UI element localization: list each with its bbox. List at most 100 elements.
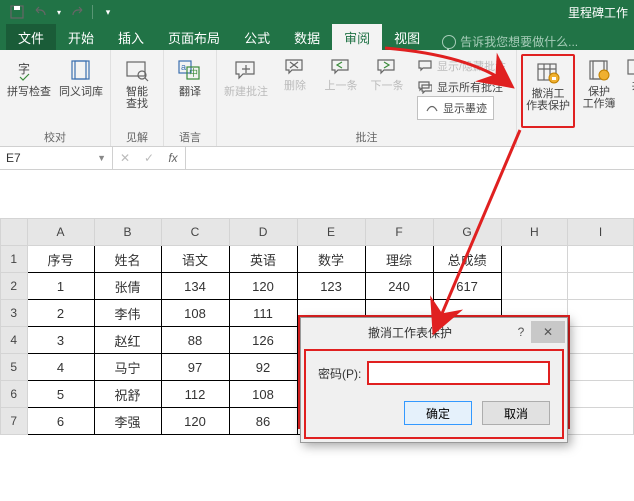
cell[interactable]: 86 [229,408,297,435]
cell[interactable]: 序号 [27,246,94,273]
row-header[interactable]: 3 [1,300,28,327]
unprotect-sheet-button[interactable]: 撤消工 作表保护 [521,54,575,128]
prev-comment-button[interactable]: 上一条 [319,54,363,128]
name-box[interactable]: E7 ▼ [0,147,113,169]
cell[interactable]: 姓名 [94,246,161,273]
cell[interactable]: 总成绩 [433,246,501,273]
row-header[interactable]: 1 [1,246,28,273]
share-workbook-button[interactable]: 共 [623,54,634,128]
cell[interactable] [501,246,567,273]
cell[interactable]: 李强 [94,408,161,435]
cell[interactable] [568,354,634,381]
cell[interactable]: 张倩 [94,273,161,300]
formula-bar: E7 ▼ ✕ ✓ fx [0,147,634,170]
tab-file[interactable]: 文件 [6,24,56,50]
cell[interactable]: 赵红 [94,327,161,354]
spellcheck-button[interactable]: 字 拼写检查 [4,54,54,128]
next-comment-button[interactable]: 下一条 [365,54,409,128]
row-header[interactable]: 4 [1,327,28,354]
tab-home[interactable]: 开始 [56,24,106,50]
row-header[interactable]: 2 [1,273,28,300]
cell[interactable]: 108 [161,300,229,327]
cell[interactable]: 语文 [161,246,229,273]
cell[interactable]: 111 [229,300,297,327]
cell[interactable]: 120 [161,408,229,435]
cell[interactable] [568,327,634,354]
cell[interactable]: 112 [161,381,229,408]
select-all-corner[interactable] [1,219,28,246]
cell[interactable] [568,273,634,300]
col-header[interactable]: G [433,219,501,246]
col-header[interactable]: D [229,219,297,246]
smart-lookup-button[interactable]: 智能 查找 [115,54,159,128]
cell[interactable]: 英语 [229,246,297,273]
cell[interactable]: 120 [229,273,297,300]
cell[interactable]: 4 [27,354,94,381]
name-box-dropdown-icon[interactable]: ▼ [97,153,106,163]
undo-icon[interactable] [30,1,52,23]
tell-me[interactable]: 告诉我您想要做什么... [442,33,578,50]
new-comment-button[interactable]: 新建批注 [221,54,271,128]
tab-insert[interactable]: 插入 [106,24,156,50]
col-header[interactable]: A [27,219,94,246]
cell[interactable]: 李伟 [94,300,161,327]
cell[interactable]: 3 [27,327,94,354]
cell[interactable] [568,246,634,273]
cell[interactable]: 108 [229,381,297,408]
cell[interactable]: 2 [27,300,94,327]
tab-data[interactable]: 数据 [282,24,332,50]
ok-button[interactable]: 确定 [404,401,472,425]
cell[interactable]: 97 [161,354,229,381]
redo-icon[interactable] [66,1,88,23]
show-hide-comment[interactable]: 显示/隐藏批注 [414,56,509,76]
cell[interactable]: 123 [297,273,365,300]
tab-formulas[interactable]: 公式 [232,24,282,50]
cell[interactable] [568,300,634,327]
delete-comment-button[interactable]: 删除 [273,54,317,128]
cell[interactable]: 数学 [297,246,365,273]
unprotect-sheet-icon [534,58,562,86]
show-all-comments[interactable]: 显示所有批注 [414,77,509,97]
protect-workbook-button[interactable]: 保护 工作簿 [577,54,621,128]
cell[interactable]: 617 [433,273,501,300]
cell[interactable]: 1 [27,273,94,300]
row-header[interactable]: 5 [1,354,28,381]
cell[interactable]: 理综 [365,246,433,273]
tab-view[interactable]: 视图 [382,24,432,50]
cell[interactable]: 马宁 [94,354,161,381]
formula-input[interactable] [186,147,634,169]
translate-button[interactable]: a中 翻译 [168,54,212,128]
cell[interactable]: 88 [161,327,229,354]
cell[interactable] [568,381,634,408]
protect-workbook-label: 保护 工作簿 [583,86,616,110]
col-header[interactable]: F [365,219,433,246]
cell[interactable]: 126 [229,327,297,354]
tab-layout[interactable]: 页面布局 [156,24,232,50]
cell[interactable]: 祝舒 [94,381,161,408]
cancel-button[interactable]: 取消 [482,401,550,425]
cell[interactable]: 134 [161,273,229,300]
fx-icon[interactable]: fx [161,151,185,165]
cell[interactable]: 92 [229,354,297,381]
col-header[interactable]: I [568,219,634,246]
cell[interactable]: 6 [27,408,94,435]
undo-dropdown-icon[interactable]: ▾ [54,1,64,23]
cell[interactable]: 240 [365,273,433,300]
cell[interactable] [568,408,634,435]
cell[interactable] [501,273,567,300]
col-header[interactable]: B [94,219,161,246]
row-header[interactable]: 6 [1,381,28,408]
password-input[interactable] [367,361,550,385]
cell[interactable]: 5 [27,381,94,408]
thesaurus-button[interactable]: 同义词库 [56,54,106,128]
col-header[interactable]: H [501,219,567,246]
dialog-help-icon[interactable]: ? [511,325,531,339]
show-ink[interactable]: 显示墨迹 [414,98,509,118]
row-header[interactable]: 7 [1,408,28,435]
save-icon[interactable] [6,1,28,23]
dialog-close-icon[interactable]: ✕ [531,321,565,343]
tab-review[interactable]: 审阅 [332,24,382,50]
customize-qat-icon[interactable]: ▾ [97,1,119,23]
col-header[interactable]: E [297,219,365,246]
col-header[interactable]: C [161,219,229,246]
